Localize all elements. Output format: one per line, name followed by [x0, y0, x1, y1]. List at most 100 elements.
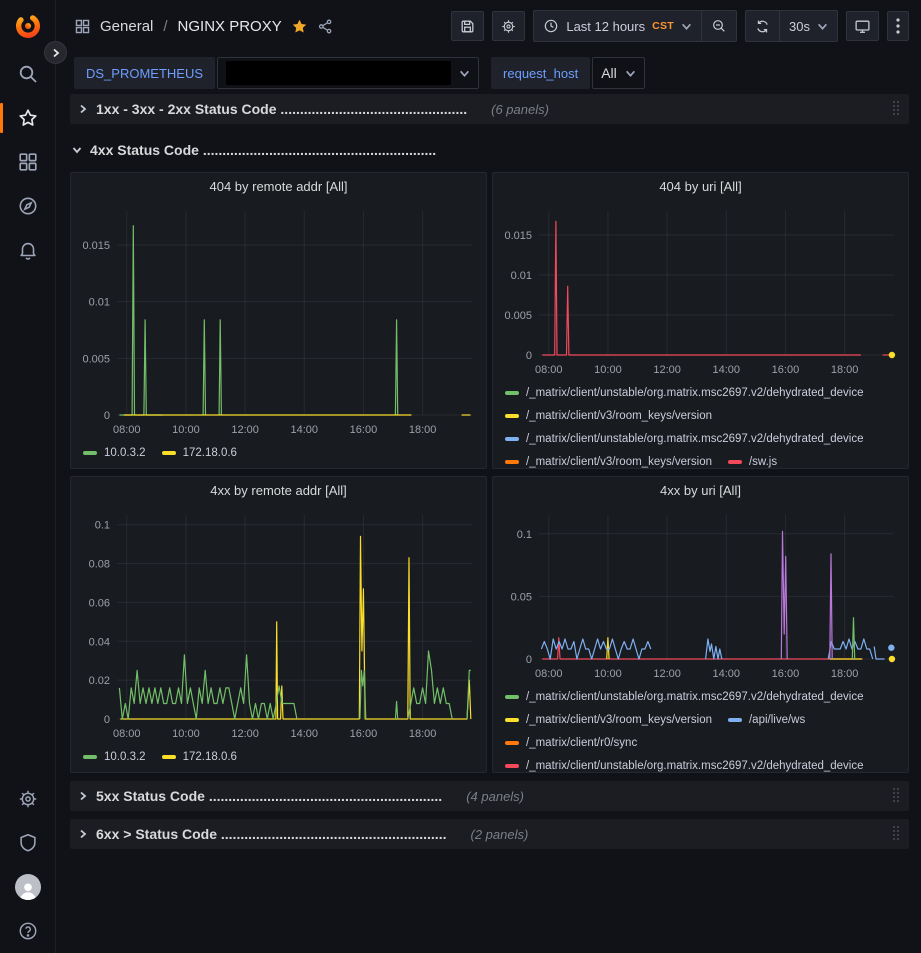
legend-swatch — [505, 695, 519, 699]
legend-item[interactable]: /_matrix/client/v3/room_keys/version — [505, 708, 712, 731]
svg-text:08:00: 08:00 — [113, 728, 141, 740]
legend-label: 172.18.0.6 — [183, 447, 237, 459]
row-drag-handle[interactable] — [893, 788, 901, 804]
legend-label: /_matrix/client/r0/sync — [526, 737, 637, 749]
legend-item[interactable]: /_matrix/client/v3/room_keys/version — [505, 450, 712, 469]
legend-swatch — [505, 437, 519, 441]
chart-svg: 08:0010:0012:0014:0016:0018:0000.020.040… — [71, 505, 486, 743]
svg-text:0.08: 0.08 — [89, 559, 110, 571]
variable-value: All — [601, 65, 617, 81]
more-options-button[interactable] — [887, 11, 909, 41]
star-favorite-icon[interactable] — [291, 18, 308, 35]
panel-404-by-uri: 404 by uri [All] 08:0010:0012:0014:0016:… — [492, 172, 909, 469]
time-series-chart[interactable]: 08:0010:0012:0014:0016:0018:0000.020.040… — [71, 505, 486, 743]
svg-text:08:00: 08:00 — [535, 364, 563, 376]
svg-text:12:00: 12:00 — [653, 364, 681, 376]
legend-label: /_matrix/client/v3/room_keys/version — [526, 456, 712, 468]
legend-label: /_matrix/client/unstable/org.matrix.msc2… — [526, 387, 864, 399]
time-series-chart[interactable]: 08:0010:0012:0014:0016:0018:0000.0050.01… — [71, 201, 486, 439]
refresh-interval-label: 30s — [789, 19, 810, 34]
svg-text:0.1: 0.1 — [95, 520, 110, 532]
legend-item[interactable]: /_matrix/client/unstable/org.matrix.msc2… — [505, 754, 864, 773]
panel-title[interactable]: 404 by remote addr [All] — [71, 173, 486, 201]
svg-text:0.1: 0.1 — [517, 529, 532, 541]
legend-item[interactable]: /_matrix/client/unstable/org.matrix.msc2… — [505, 381, 864, 404]
zoom-out-button[interactable] — [701, 11, 736, 41]
legend-item[interactable]: 10.0.3.2 — [83, 441, 146, 464]
sidebar-item-help[interactable] — [0, 909, 55, 953]
breadcrumb-section[interactable]: General — [100, 18, 153, 35]
row-title: 5xx Status Code ........................… — [96, 788, 442, 804]
sidebar-item-dashboards[interactable] — [0, 140, 55, 184]
row-drag-handle[interactable] — [893, 101, 901, 117]
svg-text:0.05: 0.05 — [511, 591, 532, 603]
legend-item[interactable]: /sw.js — [728, 450, 777, 469]
svg-text:18:00: 18:00 — [409, 424, 437, 436]
share-icon[interactable] — [317, 18, 334, 35]
time-range-picker[interactable]: Last 12 hours CST — [534, 11, 701, 41]
chart-svg: 08:0010:0012:0014:0016:0018:0000.0050.01… — [71, 201, 486, 439]
row-title: 1xx - 3xx - 2xx Status Code ............… — [96, 101, 467, 117]
timezone-label: CST — [652, 20, 674, 32]
legend-item[interactable]: /_matrix/client/unstable/org.matrix.msc2… — [505, 427, 864, 450]
dashboard-settings-button[interactable] — [492, 11, 525, 41]
user-avatar[interactable] — [0, 865, 55, 909]
legend-label: /_matrix/client/v3/room_keys/version — [526, 410, 712, 422]
legend-label: /sw.js — [749, 456, 777, 468]
variable-value-dropdown[interactable] — [217, 57, 479, 89]
legend-label: /api/live/ws — [749, 714, 805, 726]
time-series-chart[interactable]: 08:0010:0012:0014:0016:0018:0000.050.1 — [493, 505, 908, 683]
row-4xx[interactable]: 4xx Status Code ........................… — [70, 135, 909, 165]
row-drag-handle[interactable] — [893, 826, 901, 842]
sidebar-item-configuration[interactable] — [0, 777, 55, 821]
legend-swatch — [505, 764, 519, 768]
svg-text:0.005: 0.005 — [82, 353, 110, 365]
legend-item[interactable]: /api/live/ws — [728, 708, 805, 731]
sidebar-item-alerting[interactable] — [0, 228, 55, 272]
save-dashboard-button[interactable] — [451, 11, 484, 41]
legend-item[interactable]: /_matrix/client/r0/sync — [505, 731, 637, 754]
variable-value-dropdown[interactable]: All — [592, 57, 645, 89]
svg-text:08:00: 08:00 — [535, 668, 563, 680]
sidebar-item-server-admin[interactable] — [0, 821, 55, 865]
legend-item[interactable]: /_matrix/client/unstable/org.matrix.msc2… — [505, 685, 864, 708]
panel-title[interactable]: 4xx by uri [All] — [493, 477, 908, 505]
page-title[interactable]: NGINX PROXY — [178, 18, 282, 35]
svg-text:0.01: 0.01 — [89, 297, 110, 309]
legend-item[interactable]: 10.0.3.2 — [83, 745, 146, 768]
svg-text:16:00: 16:00 — [772, 668, 800, 680]
legend-label: 10.0.3.2 — [104, 447, 146, 459]
svg-text:0: 0 — [104, 410, 110, 422]
time-series-chart[interactable]: 08:0010:0012:0014:0016:0018:0000.0050.01… — [493, 201, 908, 379]
row-5xx[interactable]: 5xx Status Code ........................… — [70, 781, 909, 811]
svg-text:10:00: 10:00 — [594, 668, 622, 680]
time-range-label: Last 12 hours — [566, 19, 645, 34]
legend-item[interactable]: 172.18.0.6 — [162, 441, 237, 464]
legend-swatch — [505, 414, 519, 418]
sidebar-item-explore[interactable] — [0, 184, 55, 228]
legend-label: 172.18.0.6 — [183, 751, 237, 763]
panel-title[interactable]: 4xx by remote addr [All] — [71, 477, 486, 505]
row-1xx-3xx-2xx[interactable]: 1xx - 3xx - 2xx Status Code ............… — [70, 94, 909, 124]
refresh-button[interactable] — [746, 11, 779, 41]
refresh-interval-picker[interactable]: 30s — [779, 11, 837, 41]
svg-text:0.04: 0.04 — [89, 636, 110, 648]
sidebar-expand-button[interactable] — [44, 41, 67, 64]
svg-text:0.01: 0.01 — [511, 270, 532, 282]
cycle-view-mode-button[interactable] — [846, 11, 879, 41]
svg-text:0.06: 0.06 — [89, 597, 110, 609]
row-6xx[interactable]: 6xx > Status Code ......................… — [70, 819, 909, 849]
sidebar-item-starred[interactable] — [0, 96, 55, 140]
panel-title[interactable]: 404 by uri [All] — [493, 173, 908, 201]
legend-swatch — [728, 460, 742, 464]
legend-swatch — [505, 718, 519, 722]
svg-text:14:00: 14:00 — [712, 364, 740, 376]
legend-item[interactable]: 172.18.0.6 — [162, 745, 237, 768]
breadcrumb-separator: / — [162, 18, 168, 35]
refresh-icon — [755, 19, 770, 34]
chart-legend: 10.0.3.2 172.18.0.6 — [71, 439, 486, 464]
breadcrumb: General / NGINX PROXY — [74, 18, 334, 35]
variable-request-host: request_host All — [491, 57, 645, 89]
legend-item[interactable]: /_matrix/client/v3/room_keys/version — [505, 404, 712, 427]
legend-swatch — [505, 460, 519, 464]
